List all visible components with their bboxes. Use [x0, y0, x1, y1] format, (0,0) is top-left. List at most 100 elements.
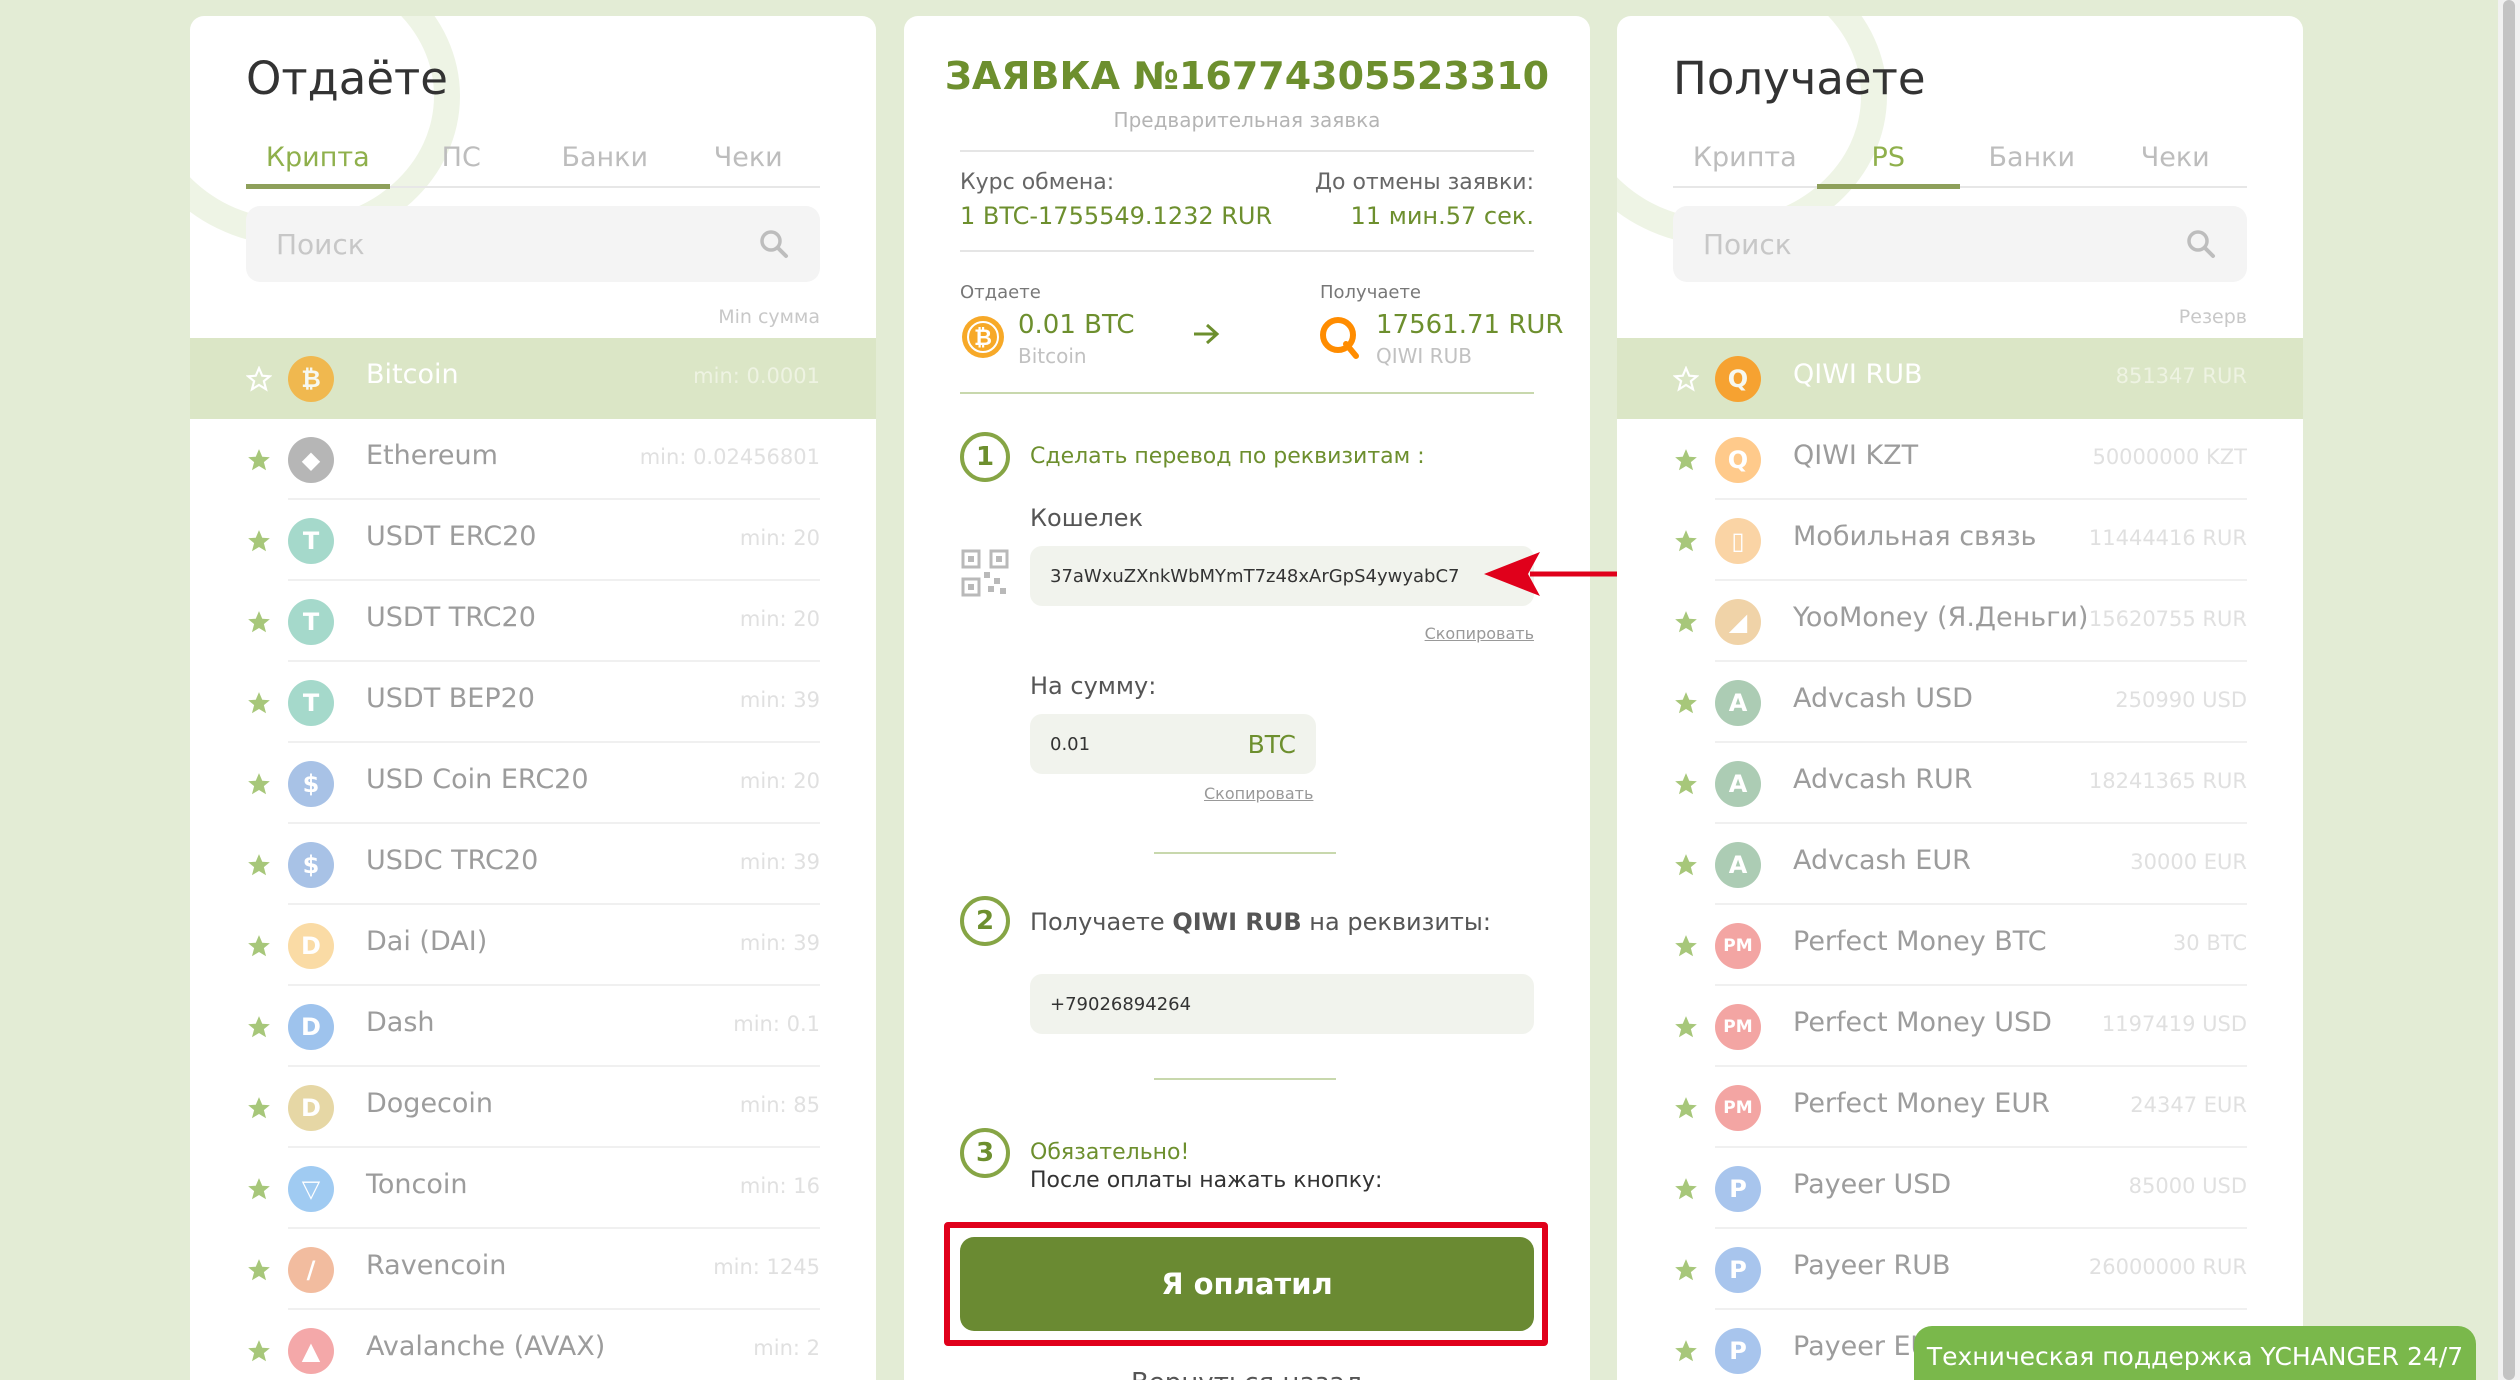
favorite-star-icon[interactable] [246, 528, 272, 554]
favorite-star-icon[interactable] [1673, 1095, 1699, 1121]
step-2-suffix: на реквизиты: [1301, 908, 1491, 936]
tab-ps[interactable]: PS [1816, 134, 1961, 189]
favorite-star-icon[interactable] [246, 771, 272, 797]
get-currency-list: Q QIWI RUB 851347 RUR Q QIWI KZT 50000000 KZT… [1617, 338, 2303, 1380]
currency-row[interactable]: Q QIWI RUB 851347 RUR [1617, 338, 2303, 419]
currency-row[interactable]: Q QIWI KZT 50000000 KZT [1617, 419, 2303, 500]
currency-row[interactable]: A Advcash USD 250990 USD [1617, 662, 2303, 743]
get-currency: QIWI RUB [1376, 344, 1472, 368]
page-scrollbar[interactable] [2498, 0, 2520, 1380]
favorite-star-icon[interactable] [1673, 771, 1699, 797]
favorite-star-icon[interactable] [246, 1095, 272, 1121]
currency-row[interactable]: ▯ Мобильная связь 11444416 RUR [1617, 500, 2303, 581]
paid-button[interactable]: Я оплатил [960, 1237, 1534, 1331]
favorite-star-icon[interactable] [246, 609, 272, 635]
currency-row[interactable]: PM Perfect Money EUR 24347 EUR [1617, 1067, 2303, 1148]
currency-row[interactable]: PM Perfect Money USD 1197419 USD [1617, 986, 2303, 1067]
tab-banks[interactable]: Банки [1960, 134, 2104, 186]
currency-amount: 11444416 RUR [2088, 526, 2247, 550]
favorite-star-icon[interactable] [246, 1176, 272, 1202]
favorite-star-icon[interactable] [246, 1257, 272, 1283]
currency-row[interactable]: $ USD Coin ERC20 min: 20 [190, 743, 876, 824]
currency-row[interactable]: D Dai (DAI) min: 39 [190, 905, 876, 986]
copy-sum-link[interactable]: Скопировать [1204, 784, 1313, 803]
favorite-star-icon[interactable] [1673, 366, 1699, 392]
favorite-star-icon[interactable] [1673, 1176, 1699, 1202]
favorite-star-icon[interactable] [1673, 528, 1699, 554]
currency-row[interactable]: P Payeer RUB 26000000 RUR [1617, 1229, 2303, 1310]
copy-wallet-link[interactable]: Скопировать [1425, 624, 1534, 643]
favorite-star-icon[interactable] [1673, 1338, 1699, 1364]
scrollbar-thumb[interactable] [2503, 0, 2515, 1380]
currency-amount: min: 39 [739, 688, 820, 712]
favorite-star-icon[interactable] [246, 933, 272, 959]
toncoin-icon: ▽ [288, 1166, 334, 1212]
currency-row[interactable]: ₿ Bitcoin min: 0.0001 [190, 338, 876, 419]
step-1-marker: 1 [960, 432, 1010, 482]
give-panel-title: Отдаёте [246, 52, 448, 105]
get-label: Получаете [1320, 282, 1422, 303]
get-search-input[interactable]: Поиск [1673, 206, 2247, 282]
yoomoney-icon: ◢ [1715, 599, 1761, 645]
wallet-address-field[interactable]: 37aWxuZXnkWbMYmT7z48xArGpS4ywyabC7 [1030, 546, 1534, 606]
favorite-star-icon[interactable] [246, 447, 272, 473]
tab-checks[interactable]: Чеки [677, 134, 821, 186]
favorite-star-icon[interactable] [1673, 1014, 1699, 1040]
favorite-star-icon[interactable] [1673, 447, 1699, 473]
favorite-star-icon[interactable] [1673, 1257, 1699, 1283]
currency-row[interactable]: ◢ YooMoney (Я.Деньги) 15620755 RUR [1617, 581, 2303, 662]
currency-row[interactable]: T USDT ERC20 min: 20 [190, 500, 876, 581]
favorite-star-icon[interactable] [1673, 690, 1699, 716]
currency-name: Advcash RUR [1793, 764, 1973, 795]
get-panel-title: Получаете [1673, 52, 1926, 105]
currency-row[interactable]: D Dash min: 0.1 [190, 986, 876, 1067]
currency-row[interactable]: $ USDC TRC20 min: 39 [190, 824, 876, 905]
tab-banks[interactable]: Банки [533, 134, 677, 186]
currency-row[interactable]: T USDT TRC20 min: 20 [190, 581, 876, 662]
currency-amount: 250990 USD [2115, 688, 2247, 712]
tab-crypto[interactable]: Крипта [246, 134, 390, 189]
favorite-star-icon[interactable] [1673, 609, 1699, 635]
ravencoin-icon: / [288, 1247, 334, 1293]
currency-row[interactable]: PM Perfect Money BTC 30 BTC [1617, 905, 2303, 986]
currency-row[interactable]: ◆ Ethereum min: 0.02456801 [190, 419, 876, 500]
currency-row[interactable]: A Advcash RUR 18241365 RUR [1617, 743, 2303, 824]
currency-row[interactable]: ▽ Toncoin min: 16 [190, 1148, 876, 1229]
tether-icon: T [288, 599, 334, 645]
give-search-input[interactable]: Поиск [246, 206, 820, 282]
favorite-star-icon[interactable] [246, 1338, 272, 1364]
favorite-star-icon[interactable] [1673, 933, 1699, 959]
divider [960, 150, 1534, 152]
recipient-phone-field[interactable]: +79026894264 [1030, 974, 1534, 1034]
step-3-line1: Обязательно! [1030, 1140, 1190, 1165]
favorite-star-icon[interactable] [246, 366, 272, 392]
favorite-star-icon[interactable] [1673, 852, 1699, 878]
currency-name: Advcash USD [1793, 683, 1973, 714]
currency-amount: 85000 USD [2128, 1174, 2247, 1198]
bitcoin-icon: ₿ [962, 316, 1004, 358]
currency-row[interactable]: T USDT BEP20 min: 39 [190, 662, 876, 743]
support-chat-button[interactable]: Техническая поддержка YCHANGER 24/7 [1914, 1326, 2476, 1380]
favorite-star-icon[interactable] [246, 690, 272, 716]
sum-field[interactable]: 0.01 BTC [1030, 714, 1316, 774]
currency-amount: 15620755 RUR [2088, 607, 2247, 631]
currency-amount: min: 20 [739, 769, 820, 793]
favorite-star-icon[interactable] [246, 852, 272, 878]
qr-code-icon[interactable] [960, 548, 1010, 598]
search-icon[interactable] [2185, 228, 2217, 260]
tab-crypto[interactable]: Крипта [1673, 134, 1817, 186]
currency-row[interactable]: A Advcash EUR 30000 EUR [1617, 824, 2303, 905]
currency-row[interactable]: / Ravencoin min: 1245 [190, 1229, 876, 1310]
step-2-currency: QIWI RUB [1172, 908, 1302, 936]
favorite-star-icon[interactable] [246, 1014, 272, 1040]
order-subtitle: Предварительная заявка [1113, 108, 1381, 132]
currency-row[interactable]: D Dogecoin min: 85 [190, 1067, 876, 1148]
tab-checks[interactable]: Чеки [2104, 134, 2248, 186]
tab-ps[interactable]: ПС [390, 134, 534, 186]
search-icon[interactable] [758, 228, 790, 260]
advcash-icon: A [1715, 680, 1761, 726]
perfect-money-icon: PM [1715, 923, 1761, 969]
back-link[interactable]: Вернуться назад [904, 1368, 1590, 1380]
currency-row[interactable]: P Payeer USD 85000 USD [1617, 1148, 2303, 1229]
currency-row[interactable]: ▲ Avalanche (AVAX) min: 2 [190, 1310, 876, 1380]
